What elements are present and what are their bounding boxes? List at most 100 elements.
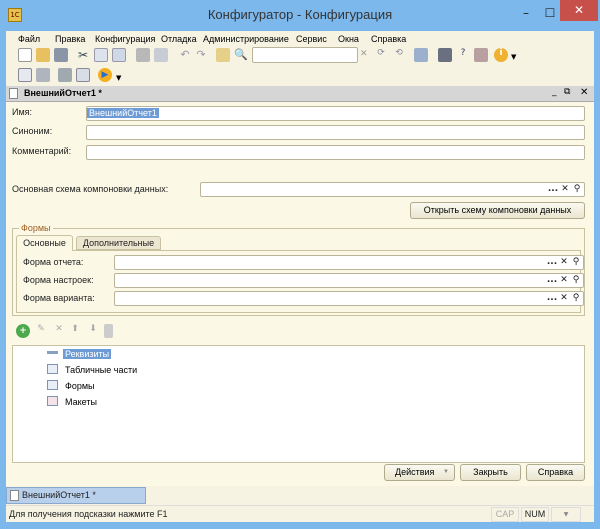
- undo-icon[interactable]: ↶: [178, 48, 192, 62]
- toolbar-dropdown-icon[interactable]: ▼: [511, 53, 516, 61]
- tree-item-tabular-sections[interactable]: Табличные части: [47, 364, 139, 377]
- paste-icon[interactable]: [112, 48, 126, 62]
- menu-and-toolbars: Файл Правка Конфигурация Отладка Админис…: [6, 31, 594, 86]
- doc-close-button[interactable]: ✕: [580, 87, 588, 98]
- menu-file[interactable]: Файл: [18, 34, 40, 44]
- menu-windows[interactable]: Окна: [338, 34, 359, 44]
- clear-button[interactable]: ✕: [558, 292, 570, 305]
- sort-icon[interactable]: [104, 324, 113, 338]
- clear-button[interactable]: ✕: [558, 274, 570, 287]
- properties-icon[interactable]: [76, 68, 90, 82]
- schema-field[interactable]: ... ✕ ⚲: [200, 182, 585, 197]
- menu-administration[interactable]: Администрирование: [203, 34, 289, 44]
- select-button[interactable]: ...: [546, 274, 558, 287]
- menu-service[interactable]: Сервис: [296, 34, 327, 44]
- tree-item-templates[interactable]: Макеты: [47, 396, 99, 409]
- name-field[interactable]: ВнешнийОтчет1: [86, 106, 585, 121]
- help-button[interactable]: Справка: [526, 464, 585, 481]
- search-icon[interactable]: 🔍: [234, 48, 248, 62]
- save-icon[interactable]: [54, 48, 68, 62]
- attribute-icon: [47, 351, 58, 355]
- info-icon[interactable]: i: [494, 48, 508, 62]
- clear-button[interactable]: ✕: [559, 183, 571, 196]
- name-value: ВнешнийОтчет1: [87, 108, 159, 118]
- select-button[interactable]: ...: [547, 183, 559, 196]
- start-debug-icon[interactable]: ▶: [98, 68, 112, 82]
- settings-form-field[interactable]: ... ✕ ⚲: [114, 273, 584, 288]
- redo-icon[interactable]: ↷: [194, 48, 208, 62]
- open-button[interactable]: ⚲: [570, 256, 582, 269]
- menu-help[interactable]: Справка: [371, 34, 406, 44]
- help-search-icon[interactable]: ?: [456, 48, 470, 62]
- variant-form-label: Форма варианта:: [23, 293, 95, 303]
- actions-label: Действия: [395, 467, 435, 477]
- open-schema-button[interactable]: Открыть схему компоновки данных: [410, 202, 585, 219]
- menu-debug[interactable]: Отладка: [161, 34, 197, 44]
- minimize-button[interactable]: –: [516, 4, 536, 22]
- document-icon: [9, 88, 18, 99]
- chevron-down-icon: ▼: [443, 469, 449, 475]
- variant-form-field[interactable]: ... ✕ ⚲: [114, 291, 584, 306]
- db-configuration-icon[interactable]: [36, 68, 50, 82]
- maximize-button[interactable]: ☐: [540, 4, 560, 22]
- doc-restore-button[interactable]: ⧉: [564, 87, 570, 97]
- close-button[interactable]: ✕: [560, 0, 598, 21]
- comment-field[interactable]: [86, 145, 585, 160]
- clear-search-icon[interactable]: ✕: [360, 49, 368, 59]
- find-prev-icon[interactable]: ⟲: [392, 48, 406, 62]
- edit-icon[interactable]: ✎: [34, 324, 48, 338]
- print-preview-icon[interactable]: [154, 48, 168, 62]
- document-title-bar: ВнешнийОтчет1 * _ ⧉ ✕: [6, 86, 594, 102]
- tree-item-attributes[interactable]: Реквизиты: [47, 348, 112, 361]
- search-input[interactable]: [252, 47, 358, 63]
- tab-additional[interactable]: Дополнительные: [76, 236, 161, 250]
- table-icon: [47, 364, 58, 374]
- cut-icon[interactable]: ✂: [76, 48, 90, 62]
- taskbar-tab[interactable]: ВнешнийОтчет1 *: [6, 487, 146, 504]
- tree-item-label: Табличные части: [65, 365, 138, 375]
- tree-item-forms[interactable]: Формы: [47, 380, 97, 393]
- menu-edit[interactable]: Правка: [55, 34, 85, 44]
- schema-label: Основная схема компоновки данных:: [12, 184, 169, 194]
- menu-configuration[interactable]: Конфигурация: [95, 34, 155, 44]
- move-up-icon[interactable]: ⬆: [68, 324, 82, 338]
- form-icon: [47, 380, 58, 390]
- open-button[interactable]: ⚲: [571, 183, 583, 196]
- num-indicator: NUM: [521, 507, 549, 522]
- windows-icon[interactable]: [414, 48, 428, 62]
- debug-dropdown-icon[interactable]: ▼: [116, 74, 121, 82]
- forms-group: Формы Основные Дополнительные Форма отче…: [12, 223, 585, 316]
- syntax-assistant-icon[interactable]: [438, 48, 452, 62]
- tree-item-label: Формы: [65, 381, 95, 391]
- document-title: ВнешнийОтчет1 *: [24, 88, 102, 98]
- add-icon[interactable]: +: [16, 324, 30, 338]
- document-icon: [10, 490, 19, 501]
- select-button[interactable]: ...: [546, 292, 558, 305]
- application-window: 1C Конфигуратор - Конфигурация – ☐ ✕ Фай…: [0, 0, 600, 529]
- move-down-icon[interactable]: ⬇: [86, 324, 100, 338]
- print-icon[interactable]: [136, 48, 150, 62]
- update-db-icon[interactable]: [58, 68, 72, 82]
- status-dropdown[interactable]: ▼: [551, 507, 581, 522]
- title-bar: 1C Конфигуратор - Конфигурация – ☐ ✕: [0, 0, 600, 31]
- select-button[interactable]: ...: [546, 256, 558, 269]
- close-form-button[interactable]: Закрыть: [460, 464, 521, 481]
- open-button[interactable]: ⚲: [570, 274, 582, 287]
- help-contents-icon[interactable]: [474, 48, 488, 62]
- doc-minimize-button[interactable]: _: [552, 87, 557, 97]
- tab-main[interactable]: Основные: [16, 235, 73, 251]
- actions-button[interactable]: Действия ▼: [384, 464, 455, 481]
- open-button[interactable]: ⚲: [570, 292, 582, 305]
- taskbar-tab-label: ВнешнийОтчет1 *: [22, 490, 96, 500]
- find-next-icon[interactable]: ⟳: [374, 48, 388, 62]
- report-form-field[interactable]: ... ✕ ⚲: [114, 255, 584, 270]
- copy-icon[interactable]: [94, 48, 108, 62]
- clear-button[interactable]: ✕: [558, 256, 570, 269]
- find-in-files-icon[interactable]: [216, 48, 230, 62]
- synonym-field[interactable]: [86, 125, 585, 140]
- tree-toolbar: + ✎ ✕ ⬆ ⬇: [16, 324, 136, 338]
- open-icon[interactable]: [36, 48, 50, 62]
- open-configuration-icon[interactable]: [18, 68, 32, 82]
- delete-icon[interactable]: ✕: [52, 324, 66, 338]
- new-icon[interactable]: [18, 48, 32, 62]
